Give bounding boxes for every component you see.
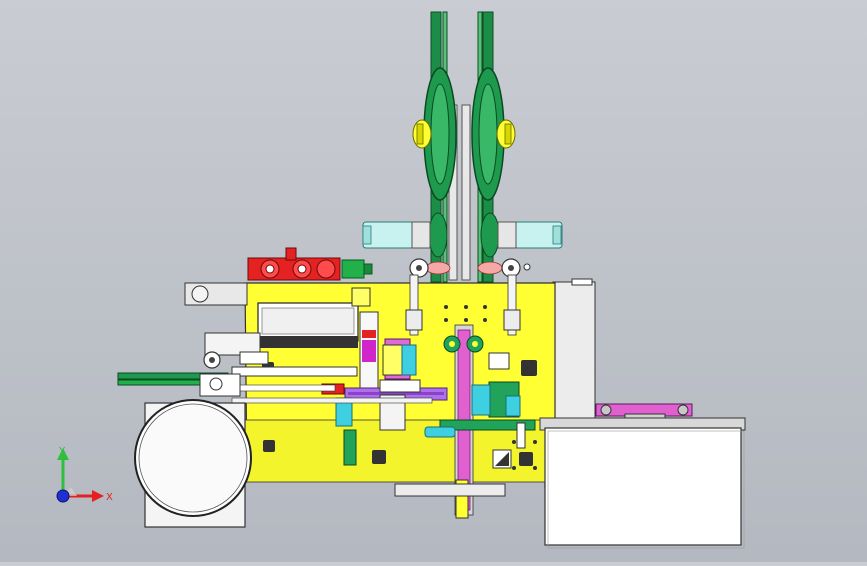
y-axis-label: Y [58,446,66,457]
assembly-drawing[interactable] [0,0,867,562]
winding-assembly [362,11,563,283]
left-lower-wheel [428,212,448,258]
cad-viewport[interactable] [0,0,867,562]
bottom-bracket [394,483,506,497]
triad-graphic: Y X [56,446,113,503]
pneumatic-block [247,247,373,281]
drum [134,399,252,528]
coordinate-triad: Y X [40,440,120,520]
right-lower-wheel [480,212,500,258]
z-axis-dot [56,489,70,503]
center-rail-right [461,104,471,281]
x-axis-label: X [106,492,113,503]
output-tray [539,403,746,549]
